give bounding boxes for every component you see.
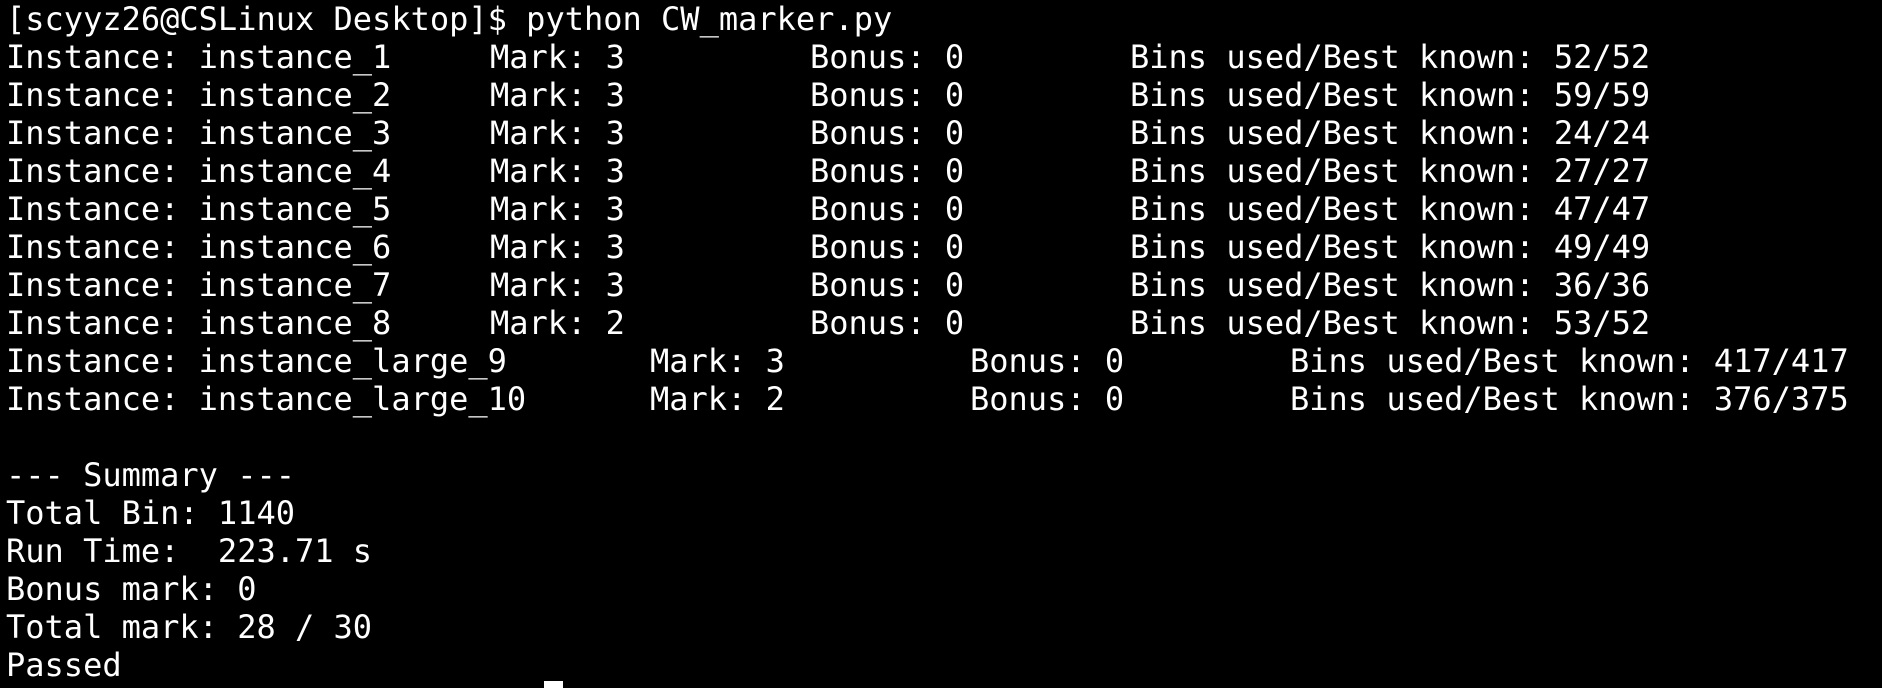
instance-name: Instance: instance_1 [6, 38, 392, 76]
terminal-window[interactable]: [scyyz26@CSLinux Desktop]$ python CW_mar… [0, 0, 1882, 688]
instance-mark: Mark: 3 [490, 38, 625, 76]
instance-bonus: Bonus: 0 [810, 76, 965, 114]
instance-mark: Mark: 3 [490, 76, 625, 114]
result-row: Instance: instance_3 Mark: 3 Bonus: 0 Bi… [6, 114, 1882, 152]
instance-bonus: Bonus: 0 [810, 266, 965, 304]
summary-bonus-mark: Bonus mark: 0 [6, 570, 257, 608]
result-row: Instance: instance_7 Mark: 3 Bonus: 0 Bi… [6, 266, 1882, 304]
instance-mark: Mark: 3 [490, 228, 625, 266]
instance-mark: Mark: 3 [650, 342, 785, 380]
result-row: Instance: instance_4 Mark: 3 Bonus: 0 Bi… [6, 152, 1882, 190]
instance-bins: Bins used/Best known: 376/375 [1290, 380, 1849, 418]
instance-mark: Mark: 2 [490, 304, 625, 342]
instance-bins: Bins used/Best known: 47/47 [1130, 190, 1651, 228]
instance-bins: Bins used/Best known: 49/49 [1130, 228, 1651, 266]
summary-total-bin: Total Bin: 1140 [6, 494, 295, 532]
instance-name: Instance: instance_2 [6, 76, 392, 114]
instance-bonus: Bonus: 0 [810, 304, 965, 342]
result-row: Instance: instance_2 Mark: 3 Bonus: 0 Bi… [6, 76, 1882, 114]
instance-mark: Mark: 3 [490, 152, 625, 190]
result-row: Instance: instance_5 Mark: 3 Bonus: 0 Bi… [6, 190, 1882, 228]
instance-mark: Mark: 3 [490, 190, 625, 228]
instance-bins: Bins used/Best known: 52/52 [1130, 38, 1651, 76]
instance-name: Instance: instance_4 [6, 152, 392, 190]
instance-name: Instance: instance_large_9 [6, 342, 507, 380]
instance-name: Instance: instance_5 [6, 190, 392, 228]
instance-bins: Bins used/Best known: 27/27 [1130, 152, 1651, 190]
instance-bins: Bins used/Best known: 417/417 [1290, 342, 1849, 380]
summary-run-time: Run Time: 223.71 s [6, 532, 373, 570]
summary-total-mark: Total mark: 28 / 30 [6, 608, 373, 646]
instance-bonus: Bonus: 0 [810, 114, 965, 152]
summary-header: --- Summary --- [6, 456, 295, 494]
instance-bonus: Bonus: 0 [970, 380, 1125, 418]
large-result-row: Instance: instance_large_9 Mark: 3 Bonus… [6, 342, 1882, 380]
instance-name: Instance: instance_8 [6, 304, 392, 342]
result-row: Instance: instance_8 Mark: 2 Bonus: 0 Bi… [6, 304, 1882, 342]
large-result-row: Instance: instance_large_10 Mark: 2 Bonu… [6, 380, 1882, 418]
instance-bins: Bins used/Best known: 59/59 [1130, 76, 1651, 114]
result-row: Instance: instance_6 Mark: 3 Bonus: 0 Bi… [6, 228, 1882, 266]
result-row: Instance: instance_1 Mark: 3 Bonus: 0 Bi… [6, 38, 1882, 76]
command-prompt-line: [scyyz26@CSLinux Desktop]$ python CW_mar… [6, 0, 893, 38]
instance-bonus: Bonus: 0 [810, 228, 965, 266]
instance-bins: Bins used/Best known: 36/36 [1130, 266, 1651, 304]
instance-mark: Mark: 3 [490, 266, 625, 304]
instance-mark: Mark: 2 [650, 380, 785, 418]
instance-mark: Mark: 3 [490, 114, 625, 152]
instance-name: Instance: instance_6 [6, 228, 392, 266]
text-cursor [544, 681, 563, 688]
instance-bonus: Bonus: 0 [810, 152, 965, 190]
instance-bins: Bins used/Best known: 53/52 [1130, 304, 1651, 342]
instance-bonus: Bonus: 0 [810, 38, 965, 76]
instance-name: Instance: instance_large_10 [6, 380, 527, 418]
instance-bonus: Bonus: 0 [810, 190, 965, 228]
instance-bonus: Bonus: 0 [970, 342, 1125, 380]
instance-name: Instance: instance_3 [6, 114, 392, 152]
instance-name: Instance: instance_7 [6, 266, 392, 304]
instance-bins: Bins used/Best known: 24/24 [1130, 114, 1651, 152]
summary-status: Passed [6, 646, 122, 684]
